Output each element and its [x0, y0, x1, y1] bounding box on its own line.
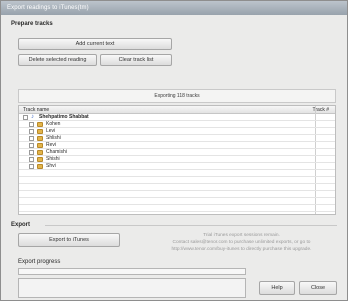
folder-icon: [37, 150, 43, 155]
table-row-parent[interactable]: ♪ Shehpatimo Shabbat: [19, 114, 335, 121]
folder-icon: [37, 143, 43, 148]
clear-track-list-button[interactable]: Clear track list: [100, 54, 172, 66]
track-name: Shvi: [46, 163, 56, 169]
trial-notice: Trial iTunes export sessions remain. Con…: [139, 232, 344, 253]
row-checkbox[interactable]: [29, 143, 34, 148]
export-log-box: [18, 278, 246, 298]
row-checkbox[interactable]: [23, 115, 28, 120]
parent-track-name: Shehpatimo Shabbat: [39, 114, 89, 120]
track-name: Shishi: [46, 156, 60, 162]
table-row-empty: [19, 170, 335, 177]
row-checkbox[interactable]: [29, 157, 34, 162]
track-name: Kohen: [46, 121, 61, 127]
help-button[interactable]: Help: [259, 281, 295, 295]
table-row[interactable]: Shlishi: [19, 135, 335, 142]
export-dialog: Export readings to iTunes(tm) Prepare tr…: [0, 0, 348, 301]
track-list-table[interactable]: Track name Track # ♪ Shehpatimo Shabbat …: [18, 105, 336, 215]
table-row[interactable]: Revi: [19, 142, 335, 149]
row-checkbox[interactable]: [29, 136, 34, 141]
folder-icon: [37, 136, 43, 141]
folder-icon: [37, 122, 43, 127]
table-row-empty: [19, 198, 335, 205]
table-row[interactable]: Shvi: [19, 163, 335, 170]
table-header: Track name Track #: [19, 106, 335, 114]
table-row[interactable]: Kohen: [19, 121, 335, 128]
prepare-tracks-label: Prepare tracks: [11, 21, 53, 27]
folder-icon: [37, 157, 43, 162]
add-current-text-button[interactable]: Add current text: [18, 38, 172, 50]
row-checkbox[interactable]: [29, 150, 34, 155]
table-row-empty: [19, 205, 335, 212]
table-row-empty: [19, 177, 335, 184]
column-header-track-name[interactable]: Track name: [23, 107, 49, 113]
folder-icon: [37, 129, 43, 134]
track-name: Revi: [46, 142, 57, 148]
trial-notice-line: Contact sales@tenor.com to purchase unli…: [172, 240, 311, 245]
export-divider: [45, 225, 337, 226]
track-name: Levi: [46, 128, 56, 134]
row-checkbox[interactable]: [29, 122, 34, 127]
export-label: Export: [11, 222, 31, 228]
folder-icon: [37, 164, 43, 169]
table-row-empty: [19, 191, 335, 198]
table-row[interactable]: Levi: [19, 128, 335, 135]
table-row-empty: [19, 184, 335, 191]
delete-selected-reading-button[interactable]: Delete selected reading: [18, 54, 97, 66]
export-progress-label: Export progress: [18, 259, 61, 265]
trial-notice-line: Trial iTunes export sessions remain.: [203, 233, 280, 238]
trial-notice-line: http://www.tenor.com/buy-itunes to direc…: [171, 247, 312, 252]
export-progress-bar: [18, 268, 246, 275]
export-status-bar: Exporting 118 tracks: [18, 89, 336, 103]
close-button[interactable]: Close: [299, 281, 337, 295]
row-checkbox[interactable]: [29, 164, 34, 169]
music-note-icon: ♪: [31, 114, 34, 120]
table-row[interactable]: Shishi: [19, 156, 335, 163]
row-checkbox[interactable]: [29, 129, 34, 134]
window-title: Export readings to iTunes(tm): [1, 1, 347, 15]
track-name: Shlishi: [46, 135, 61, 141]
track-name: Chamishi: [46, 149, 67, 155]
table-row[interactable]: Chamishi: [19, 149, 335, 156]
export-to-itunes-button[interactable]: Export to iTunes: [18, 233, 120, 247]
